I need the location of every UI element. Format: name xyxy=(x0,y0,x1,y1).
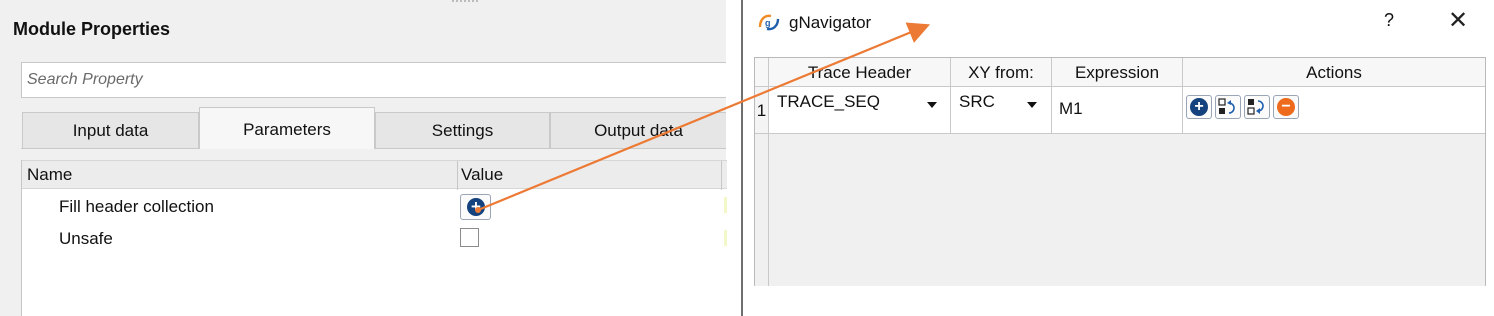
grid-body xyxy=(769,134,1485,286)
property-name: Fill header collection xyxy=(59,197,214,216)
dialog-title: gNavigator xyxy=(789,13,872,32)
name-column-header[interactable]: Name xyxy=(27,165,72,185)
remove-icon: − xyxy=(1277,98,1295,116)
row-marker xyxy=(724,197,727,213)
corner-cell[interactable] xyxy=(755,58,769,86)
grid-header: Trace Header XY from: Expression Actions xyxy=(755,58,1485,87)
property-row-unsafe: Unsafe xyxy=(22,223,727,253)
xy-from-value: SRC xyxy=(959,92,995,111)
row-header-strip xyxy=(755,134,769,286)
add-row-button[interactable]: + xyxy=(1186,95,1212,119)
actions-column[interactable]: Actions xyxy=(1183,58,1485,86)
grid-row: 1 TRACE_SEQ SRC M1 + − xyxy=(755,87,1485,134)
help-button[interactable]: ? xyxy=(1380,10,1398,34)
move-down-icon xyxy=(1247,99,1264,115)
gnavigator-logo-icon: g xyxy=(758,14,780,31)
tab-input-data[interactable]: Input data xyxy=(22,112,199,148)
value-column-header[interactable]: Value xyxy=(461,165,503,185)
tab-settings[interactable]: Settings xyxy=(375,112,550,148)
property-name: Unsafe xyxy=(59,229,113,248)
dropdown-arrow-icon[interactable] xyxy=(927,102,937,108)
trace-header-column[interactable]: Trace Header xyxy=(769,58,951,86)
move-up-icon xyxy=(1218,98,1235,114)
expression-value: M1 xyxy=(1059,99,1083,118)
xy-from-select[interactable]: SRC xyxy=(951,87,1052,133)
row-number[interactable]: 1 xyxy=(755,87,769,133)
panel-title: Module Properties xyxy=(13,19,171,39)
tab-parameters[interactable]: Parameters xyxy=(199,107,375,149)
property-table: Name Value Fill header collection + Unsa… xyxy=(21,160,727,316)
module-properties-panel: Module Properties Input data Settings Ou… xyxy=(0,0,727,316)
unsafe-checkbox[interactable] xyxy=(460,228,479,247)
plus-circle-icon: + xyxy=(467,198,485,216)
expression-cell[interactable]: M1 xyxy=(1052,87,1183,133)
svg-text:g: g xyxy=(765,18,771,28)
column-divider[interactable] xyxy=(457,161,458,190)
move-down-button[interactable] xyxy=(1244,95,1270,119)
close-button[interactable]: ✕ xyxy=(1446,8,1470,34)
column-divider[interactable] xyxy=(721,161,722,190)
panel-grip[interactable] xyxy=(452,0,478,6)
navigator-grid: Trace Header XY from: Expression Actions… xyxy=(754,57,1486,286)
actions-cell: + − xyxy=(1183,87,1485,133)
remove-row-button[interactable]: − xyxy=(1273,95,1299,119)
row-marker xyxy=(724,230,727,246)
move-up-button[interactable] xyxy=(1215,95,1241,119)
search-input[interactable] xyxy=(22,63,726,97)
add-icon: + xyxy=(1190,98,1208,116)
xy-from-column[interactable]: XY from: xyxy=(951,58,1052,86)
search-property-field[interactable] xyxy=(21,62,726,98)
trace-header-select[interactable]: TRACE_SEQ xyxy=(769,87,951,133)
dropdown-arrow-icon[interactable] xyxy=(1027,102,1037,108)
expression-column[interactable]: Expression xyxy=(1052,58,1183,86)
grid-empty-area xyxy=(755,134,1485,286)
gnavigator-dialog: g gNavigator ? ✕ Trace Header XY from: E… xyxy=(741,0,1494,316)
trace-header-value: TRACE_SEQ xyxy=(777,92,880,111)
property-row-fill-header-collection: Fill header collection xyxy=(22,191,727,221)
add-header-button[interactable]: + xyxy=(460,194,491,220)
property-table-header: Name Value xyxy=(22,160,727,190)
tab-output-data[interactable]: Output data xyxy=(550,112,726,148)
